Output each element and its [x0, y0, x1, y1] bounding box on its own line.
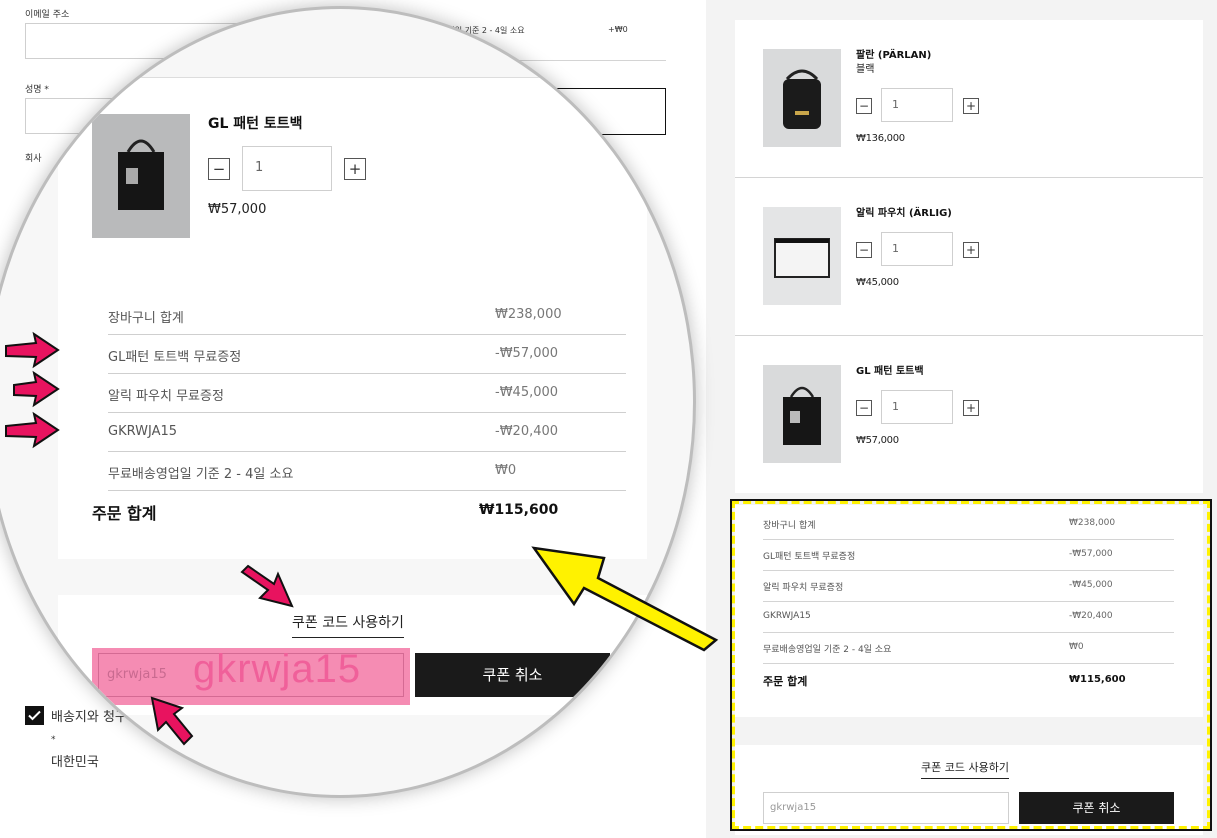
pink-arrow-icon: [5, 411, 60, 449]
pink-arrow-icon: [150, 696, 194, 746]
yellow-arrow-icon: [531, 546, 719, 652]
annotation-arrows: [5, 331, 719, 746]
pink-arrow-icon: [5, 331, 60, 369]
pink-arrow-icon: [240, 564, 294, 608]
pink-arrow-icon: [13, 370, 60, 408]
